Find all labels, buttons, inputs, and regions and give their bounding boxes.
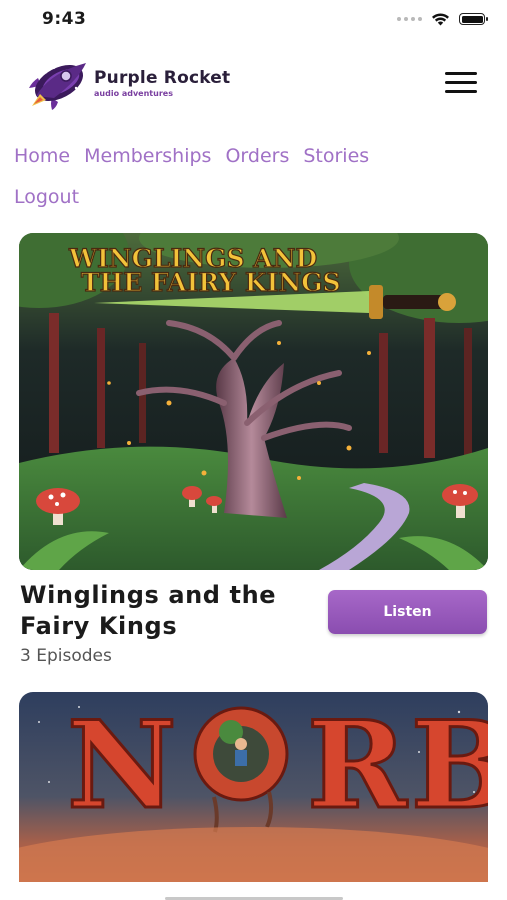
winglings-cover-art: WINGLINGS AND THE FAIRY KINGS (19, 233, 488, 570)
svg-text:N: N (67, 695, 181, 836)
svg-text:THE FAIRY KINGS: THE FAIRY KINGS (81, 268, 341, 297)
story-episode-count: 3 Episodes (20, 646, 112, 666)
logo-tagline: audio adventures (94, 89, 173, 98)
nav-link-home[interactable]: Home (14, 145, 70, 167)
hamburger-menu-icon[interactable] (445, 72, 477, 94)
norb-cover-art: N RB (19, 692, 488, 882)
svg-text:RB: RB (307, 695, 488, 836)
nav-link-memberships[interactable]: Memberships (84, 145, 211, 167)
nav-link-stories[interactable]: Stories (303, 145, 369, 167)
main-nav: Home Memberships Orders Stories Logout (14, 136, 454, 218)
battery-icon (459, 13, 488, 25)
nav-link-logout[interactable]: Logout (14, 186, 79, 208)
cellular-signal-icon (397, 17, 422, 21)
story-cover-image[interactable]: WINGLINGS AND THE FAIRY KINGS (19, 233, 488, 570)
status-bar: 9:43 (0, 0, 507, 40)
app-header: Purple Rocket audio adventures (0, 56, 507, 112)
logo-name: Purple Rocket (94, 68, 231, 88)
status-time: 9:43 (42, 9, 87, 29)
listen-button[interactable]: Listen (328, 590, 487, 634)
wifi-icon (432, 13, 449, 26)
rocket-logo-icon (29, 63, 86, 110)
nav-link-orders[interactable]: Orders (225, 145, 289, 167)
story-title[interactable]: Winglings and the Fairy Kings (20, 580, 320, 642)
story-cover-image[interactable]: N RB (19, 692, 488, 882)
status-icons (397, 12, 488, 26)
logo[interactable]: Purple Rocket audio adventures (28, 58, 230, 110)
